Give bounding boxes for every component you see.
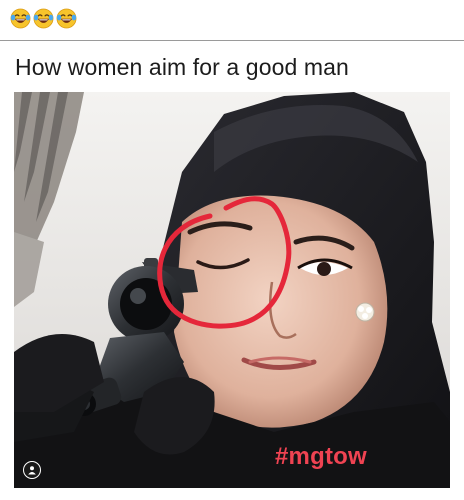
- meme-photo: [14, 92, 450, 488]
- hashtag-label: #mgtow: [275, 443, 367, 470]
- profile-icon[interactable]: [23, 461, 41, 479]
- earring: [355, 302, 375, 322]
- meme-caption: How women aim for a good man: [15, 54, 349, 80]
- reaction-emoji-row: [10, 8, 77, 30]
- person-icon: [28, 466, 36, 475]
- header-divider: [0, 40, 464, 41]
- meme-post: How women aim for a good man #mgtow: [0, 0, 464, 500]
- laughing-tears-emoji-icon: [56, 8, 77, 29]
- laughing-tears-emoji-icon: [33, 8, 54, 29]
- laughing-tears-emoji-icon: [10, 8, 31, 29]
